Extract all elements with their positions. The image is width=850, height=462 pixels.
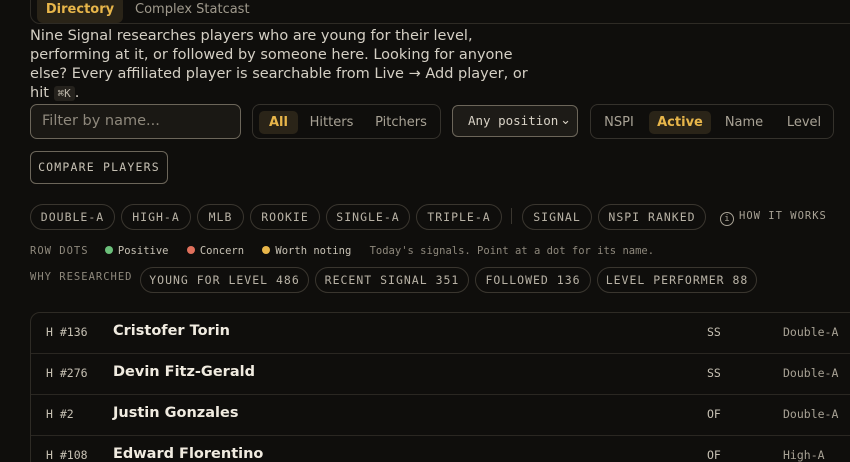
how-it-works-link[interactable]: i HOW IT WORKS (720, 207, 827, 226)
sort-level[interactable]: Level (779, 111, 829, 134)
view-tabs: Directory Complex Statcast (30, 0, 850, 24)
row-dots-legend: ROW DOTS Positive Concern Worth noting T… (30, 245, 655, 257)
player-position: SS (707, 366, 721, 380)
sort-toggle: NSPI Active Name Level (590, 104, 834, 139)
compare-players-button[interactable]: COMPARE PLAYERS (30, 151, 168, 184)
player-table: H #136 Cristofer Torin SS Double-A H #27… (30, 312, 850, 462)
why-researched-label: WHY RESEARCHED (30, 271, 133, 283)
player-name[interactable]: Cristofer Torin (113, 323, 230, 339)
chip-rookie[interactable]: ROOKIE (250, 204, 320, 230)
player-position: OF (707, 448, 721, 462)
chip-followed[interactable]: FOLLOWED 136 (475, 267, 591, 293)
player-name[interactable]: Justin Gonzales (113, 405, 238, 421)
chip-mlb[interactable]: MLB (197, 204, 244, 230)
player-number: H #276 (46, 366, 88, 380)
positive-dot (104, 246, 113, 254)
chip-signal[interactable]: SIGNAL (522, 204, 592, 230)
name-filter-input[interactable]: Filter by name... (30, 104, 241, 139)
toggle-pitchers[interactable]: Pitchers (367, 111, 435, 134)
info-icon: i (720, 212, 734, 226)
shortcut-key: ⌘K (53, 86, 75, 101)
player-level: High-A (783, 448, 825, 462)
intro-text: Nine Signal researches players who are y… (30, 28, 528, 101)
player-number: H #2 (46, 407, 74, 421)
chevron-down-icon: ⌄ (560, 113, 571, 128)
toggle-all[interactable]: All (259, 111, 298, 134)
table-row[interactable]: H #108 Edward Florentino OF High-A (31, 436, 850, 462)
player-level: Double-A (783, 325, 839, 339)
chip-nspi-ranked[interactable]: NSPI RANKED (598, 204, 706, 230)
player-number: H #108 (46, 448, 88, 462)
tab-complex-statcast[interactable]: Complex Statcast (135, 0, 250, 23)
table-row[interactable]: H #136 Cristofer Torin SS Double-A (31, 313, 850, 354)
chip-young-for-level[interactable]: YOUNG FOR LEVEL 486 (140, 267, 309, 293)
chip-double-a[interactable]: DOUBLE-A (30, 204, 115, 230)
sort-name[interactable]: Name (719, 111, 769, 134)
position-select[interactable]: Any position ⌄ (452, 105, 578, 137)
player-name[interactable]: Edward Florentino (113, 446, 263, 462)
sort-active[interactable]: Active (649, 111, 711, 134)
worth-noting-dot (262, 246, 271, 254)
table-row[interactable]: H #2 Justin Gonzales OF Double-A (31, 395, 850, 436)
sort-nspi[interactable]: NSPI (597, 111, 641, 134)
chip-single-a[interactable]: SINGLE-A (326, 204, 410, 230)
tab-directory[interactable]: Directory (37, 0, 123, 23)
chip-level-performer[interactable]: LEVEL PERFORMER 88 (597, 267, 757, 293)
table-row[interactable]: H #276 Devin Fitz-Gerald SS Double-A (31, 354, 850, 395)
player-type-toggle: All Hitters Pitchers (252, 104, 441, 139)
player-position: SS (707, 325, 721, 339)
chip-divider (511, 208, 512, 224)
toggle-hitters[interactable]: Hitters (304, 111, 359, 134)
player-position: OF (707, 407, 721, 421)
player-level: Double-A (783, 366, 839, 380)
player-name[interactable]: Devin Fitz-Gerald (113, 364, 255, 380)
chip-recent-signal[interactable]: RECENT SIGNAL 351 (315, 267, 469, 293)
player-level: Double-A (783, 407, 839, 421)
chip-high-a[interactable]: HIGH-A (121, 204, 191, 230)
chip-triple-a[interactable]: TRIPLE-A (416, 204, 502, 230)
concern-dot (186, 246, 195, 254)
player-number: H #136 (46, 325, 88, 339)
